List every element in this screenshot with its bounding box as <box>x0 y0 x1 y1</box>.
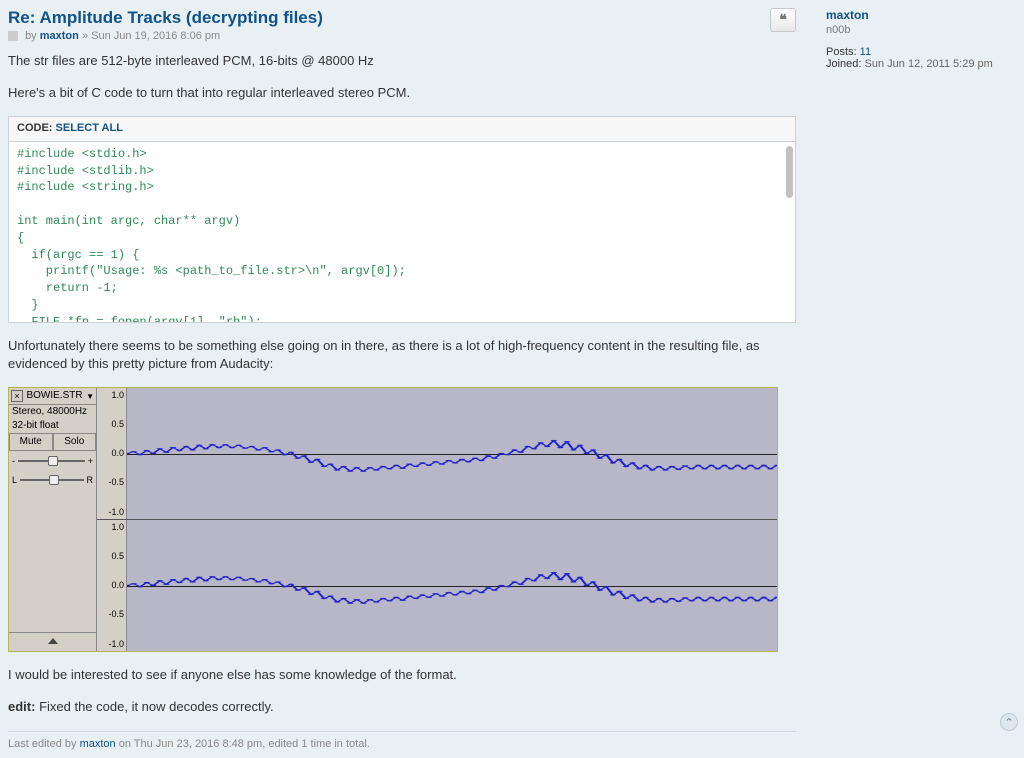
by-label: by <box>25 30 37 42</box>
track-format-2: 32-bit float <box>9 419 96 433</box>
scale-tick: -0.5 <box>97 608 124 621</box>
audacity-waveforms: 1.0 0.5 0.0 -0.5 -1.0 1.0 <box>97 388 777 651</box>
track-name[interactable]: BOWIE.STR <box>26 389 82 403</box>
post-icon[interactable] <box>8 31 18 41</box>
audacity-screenshot: × BOWIE.STR ▼ Stereo, 48000Hz 32-bit flo… <box>8 387 778 652</box>
slider-track <box>18 460 85 462</box>
code-content[interactable]: #include <stdio.h> #include <stdlib.h> #… <box>9 142 795 322</box>
code-header: CODE: SELECT ALL <box>9 117 795 141</box>
slider-max: + <box>88 455 93 468</box>
slider-thumb[interactable] <box>48 456 58 466</box>
code-label: CODE: <box>17 122 52 134</box>
meta-sep: » <box>82 30 88 42</box>
amplitude-scale: 1.0 0.5 0.0 -0.5 -1.0 <box>97 520 127 651</box>
select-all-link[interactable]: SELECT ALL <box>56 122 123 134</box>
waveform-svg <box>127 520 777 651</box>
waveform-row-left: 1.0 0.5 0.0 -0.5 -1.0 <box>97 388 777 520</box>
edit-text: Fixed the code, it now decodes correctly… <box>35 699 273 714</box>
solo-button[interactable]: Solo <box>53 433 97 451</box>
scale-tick: -0.5 <box>97 476 124 489</box>
profile-username-link[interactable]: maxton <box>826 8 869 22</box>
joined-label: Joined: <box>826 58 861 70</box>
post-profile: maxton n00b Posts: 11 Joined: Sun Jun 12… <box>816 8 1016 750</box>
forum-post: ❝ Re: Amplitude Tracks (decrypting files… <box>0 0 1024 758</box>
waveform-left[interactable] <box>127 388 777 519</box>
slider-track <box>20 479 83 481</box>
audacity-track-panel: × BOWIE.STR ▼ Stereo, 48000Hz 32-bit flo… <box>9 388 97 651</box>
pan-slider[interactable]: L R <box>9 470 96 489</box>
code-box: CODE: SELECT ALL #include <stdio.h> #inc… <box>8 116 796 322</box>
scale-tick: 1.0 <box>97 521 124 534</box>
slider-l: L <box>12 474 17 487</box>
paragraph: I would be interested to see if anyone e… <box>8 666 796 684</box>
amplitude-scale: 1.0 0.5 0.0 -0.5 -1.0 <box>97 388 127 519</box>
paragraph: edit: Fixed the code, it now decodes cor… <box>8 698 796 716</box>
track-format-1: Stereo, 48000Hz <box>9 405 96 419</box>
scale-tick: 0.0 <box>97 447 124 460</box>
waveform-row-right: 1.0 0.5 0.0 -0.5 -1.0 <box>97 520 777 651</box>
edit-label: edit: <box>8 699 35 714</box>
close-track-icon[interactable]: × <box>11 390 23 402</box>
scale-tick: 0.0 <box>97 579 124 592</box>
post-content: The str files are 512-byte interleaved P… <box>8 52 796 717</box>
scale-tick: 0.5 <box>97 550 124 563</box>
slider-min: - <box>12 455 15 468</box>
paragraph: Here's a bit of C code to turn that into… <box>8 84 796 102</box>
post-date: Sun Jun 19, 2016 8:06 pm <box>91 30 220 42</box>
notice-pre: Last edited by <box>8 738 80 750</box>
triangle-up-icon <box>48 638 58 644</box>
collapse-button[interactable] <box>9 632 96 651</box>
notice-user-link[interactable]: maxton <box>80 738 116 750</box>
post-body: ❝ Re: Amplitude Tracks (decrypting files… <box>8 8 816 750</box>
notice-post: on Thu Jun 23, 2016 8:48 pm, edited 1 ti… <box>116 738 370 750</box>
slider-thumb[interactable] <box>49 475 59 485</box>
scale-tick: 1.0 <box>97 389 124 402</box>
scale-tick: -1.0 <box>97 638 124 651</box>
chevron-up-icon: ⌃ <box>1004 716 1013 729</box>
scale-tick: -1.0 <box>97 506 124 519</box>
scroll-top-button[interactable]: ⌃ <box>1000 713 1018 731</box>
track-name-row: × BOWIE.STR ▼ <box>9 388 96 405</box>
profile-rank: n00b <box>826 24 1006 36</box>
quote-icon: ❝ <box>779 12 787 29</box>
scale-tick: 0.5 <box>97 418 124 431</box>
scrollbar-thumb[interactable] <box>786 146 793 198</box>
gain-slider[interactable]: - + <box>9 451 96 470</box>
post-author-link[interactable]: maxton <box>40 30 79 42</box>
post-title-link[interactable]: Re: Amplitude Tracks (decrypting files) <box>8 8 323 27</box>
mute-button[interactable]: Mute <box>9 433 53 451</box>
waveform-right[interactable] <box>127 520 777 651</box>
post-meta: by maxton » Sun Jun 19, 2016 8:06 pm <box>8 30 796 42</box>
joined-date: Sun Jun 12, 2011 5:29 pm <box>865 58 993 70</box>
posts-label: Posts: <box>826 46 857 58</box>
track-menu-icon[interactable]: ▼ <box>86 391 94 402</box>
post-title: Re: Amplitude Tracks (decrypting files) <box>8 8 796 28</box>
paragraph: Unfortunately there seems to be somethin… <box>8 337 796 373</box>
paragraph: The str files are 512-byte interleaved P… <box>8 52 796 70</box>
slider-r: R <box>87 474 94 487</box>
last-edited-notice: Last edited by maxton on Thu Jun 23, 201… <box>8 731 796 750</box>
posts-count-link[interactable]: 11 <box>860 46 871 58</box>
quote-button[interactable]: ❝ <box>770 8 796 32</box>
waveform-svg <box>127 388 777 519</box>
